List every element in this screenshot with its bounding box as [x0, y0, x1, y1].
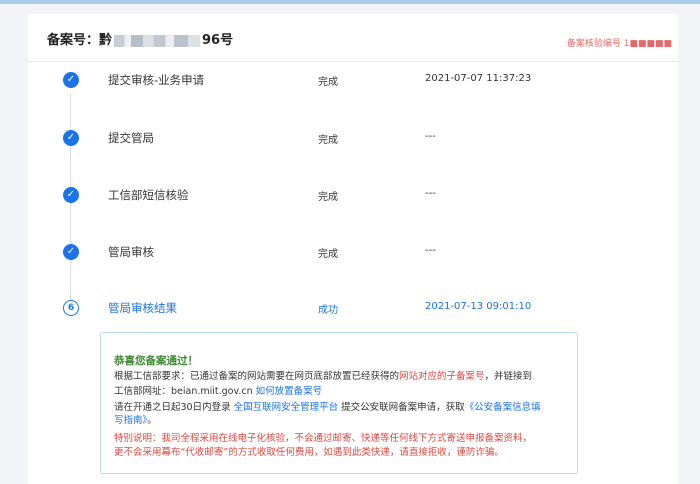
step-time: ---	[425, 245, 436, 256]
step-number-icon: 6	[63, 300, 79, 316]
step-time: ---	[425, 188, 436, 199]
step-bureau-review: ✓ 管局审核 完成 ---	[28, 241, 678, 263]
requirement-text: 请在开通之日起30日内登录	[114, 402, 234, 413]
step-submit-review: ✓ 提交审核-业务申请 完成 2021-07-07 11:37:23	[28, 69, 678, 91]
step-submit-bureau: ✓ 提交管局 完成 ---	[28, 127, 678, 149]
verification-code-label: 备案核验编号 1■■■■■	[566, 39, 672, 49]
police-guide-link[interactable]: 《公安备案信息填	[465, 402, 541, 413]
header-divider	[28, 61, 678, 62]
requirement-text: 。	[147, 415, 157, 426]
redacted-record-number	[114, 34, 201, 47]
police-guide-link-cont[interactable]: 写指南》	[114, 415, 147, 426]
record-number-title: 备案号：黔 96号	[47, 29, 233, 48]
fraud-notice-line-2: 更不会采用幕布“代收邮寄”的方式收取任何费用，如遇到此类快递，请直接拒收，谨防诈…	[114, 447, 504, 458]
step-status: 完成	[318, 249, 338, 260]
top-accent-bar	[0, 0, 700, 4]
check-circle-icon: ✓	[63, 244, 79, 260]
step-time: 2021-07-13 09:01:10	[425, 301, 532, 312]
record-number-prefix: 备案号：黔	[47, 33, 113, 48]
step-name: 管局审核结果	[108, 301, 177, 315]
security-platform-link[interactable]: 全国互联网安全管理平台	[234, 402, 339, 413]
step-status: 成功	[318, 305, 338, 316]
check-circle-icon: ✓	[63, 72, 79, 88]
step-time: 2021-07-07 11:37:23	[425, 73, 532, 84]
step-name: 提交管局	[108, 131, 154, 145]
record-progress-panel: 备案号：黔 96号 备案核验编号 1■■■■■ ✓ 提交审核-业务申请 完成 20…	[28, 14, 678, 484]
step-sms-verification: ✓ 工信部短信核验 完成 ---	[28, 184, 678, 206]
step-status: 完成	[318, 77, 338, 88]
approval-result-box: 恭喜您备案通过！ 根据工信部要求：已通过备案的网站需要在网页底部放置已经获得的网…	[100, 332, 578, 474]
step-name: 管局审核	[108, 245, 154, 259]
sub-record-number-highlight: 网站对应的子备案号	[399, 371, 485, 382]
requirement-text: ，并链接到	[484, 371, 533, 382]
requirement-text: 根据工信部要求：已通过备案的网站需要在网页底部放置已经获得的	[114, 371, 400, 382]
record-number-suffix: 96号	[202, 33, 234, 48]
step-time: ---	[425, 131, 436, 142]
step-status: 完成	[318, 192, 338, 203]
requirement-line-4: 写指南》。	[114, 414, 157, 427]
requirement-line-1: 根据工信部要求：已通过备案的网站需要在网页底部放置已经获得的网站对应的子备案号，…	[114, 370, 532, 383]
check-circle-icon: ✓	[63, 130, 79, 146]
requirement-line-2: 工信部网址：beian.miit.gov.cn 如何放置备案号	[114, 385, 322, 398]
step-review-result: 6 管局审核结果 成功 2021-07-13 09:01:10	[28, 297, 678, 319]
congrats-heading: 恭喜您备案通过！	[114, 355, 198, 367]
step-name: 工信部短信核验	[108, 188, 189, 202]
requirement-text: 提交公安联网备案申请，获取	[338, 402, 465, 413]
step-status: 完成	[318, 135, 338, 146]
step-name: 提交审核-业务申请	[108, 73, 205, 87]
check-circle-icon: ✓	[63, 187, 79, 203]
fraud-notice-line-1: 特别说明：我司全程采用在线电子化核验，不会通过邮寄、快递等任何线下方式寄送申报备…	[114, 433, 533, 444]
how-to-place-record-link[interactable]: 如何放置备案号	[256, 386, 323, 397]
requirement-line-3: 请在开通之日起30日内登录 全国互联网安全管理平台 提交公安联网备案申请，获取《…	[114, 401, 541, 414]
miit-url-text: 工信部网址：beian.miit.gov.cn	[114, 386, 256, 397]
